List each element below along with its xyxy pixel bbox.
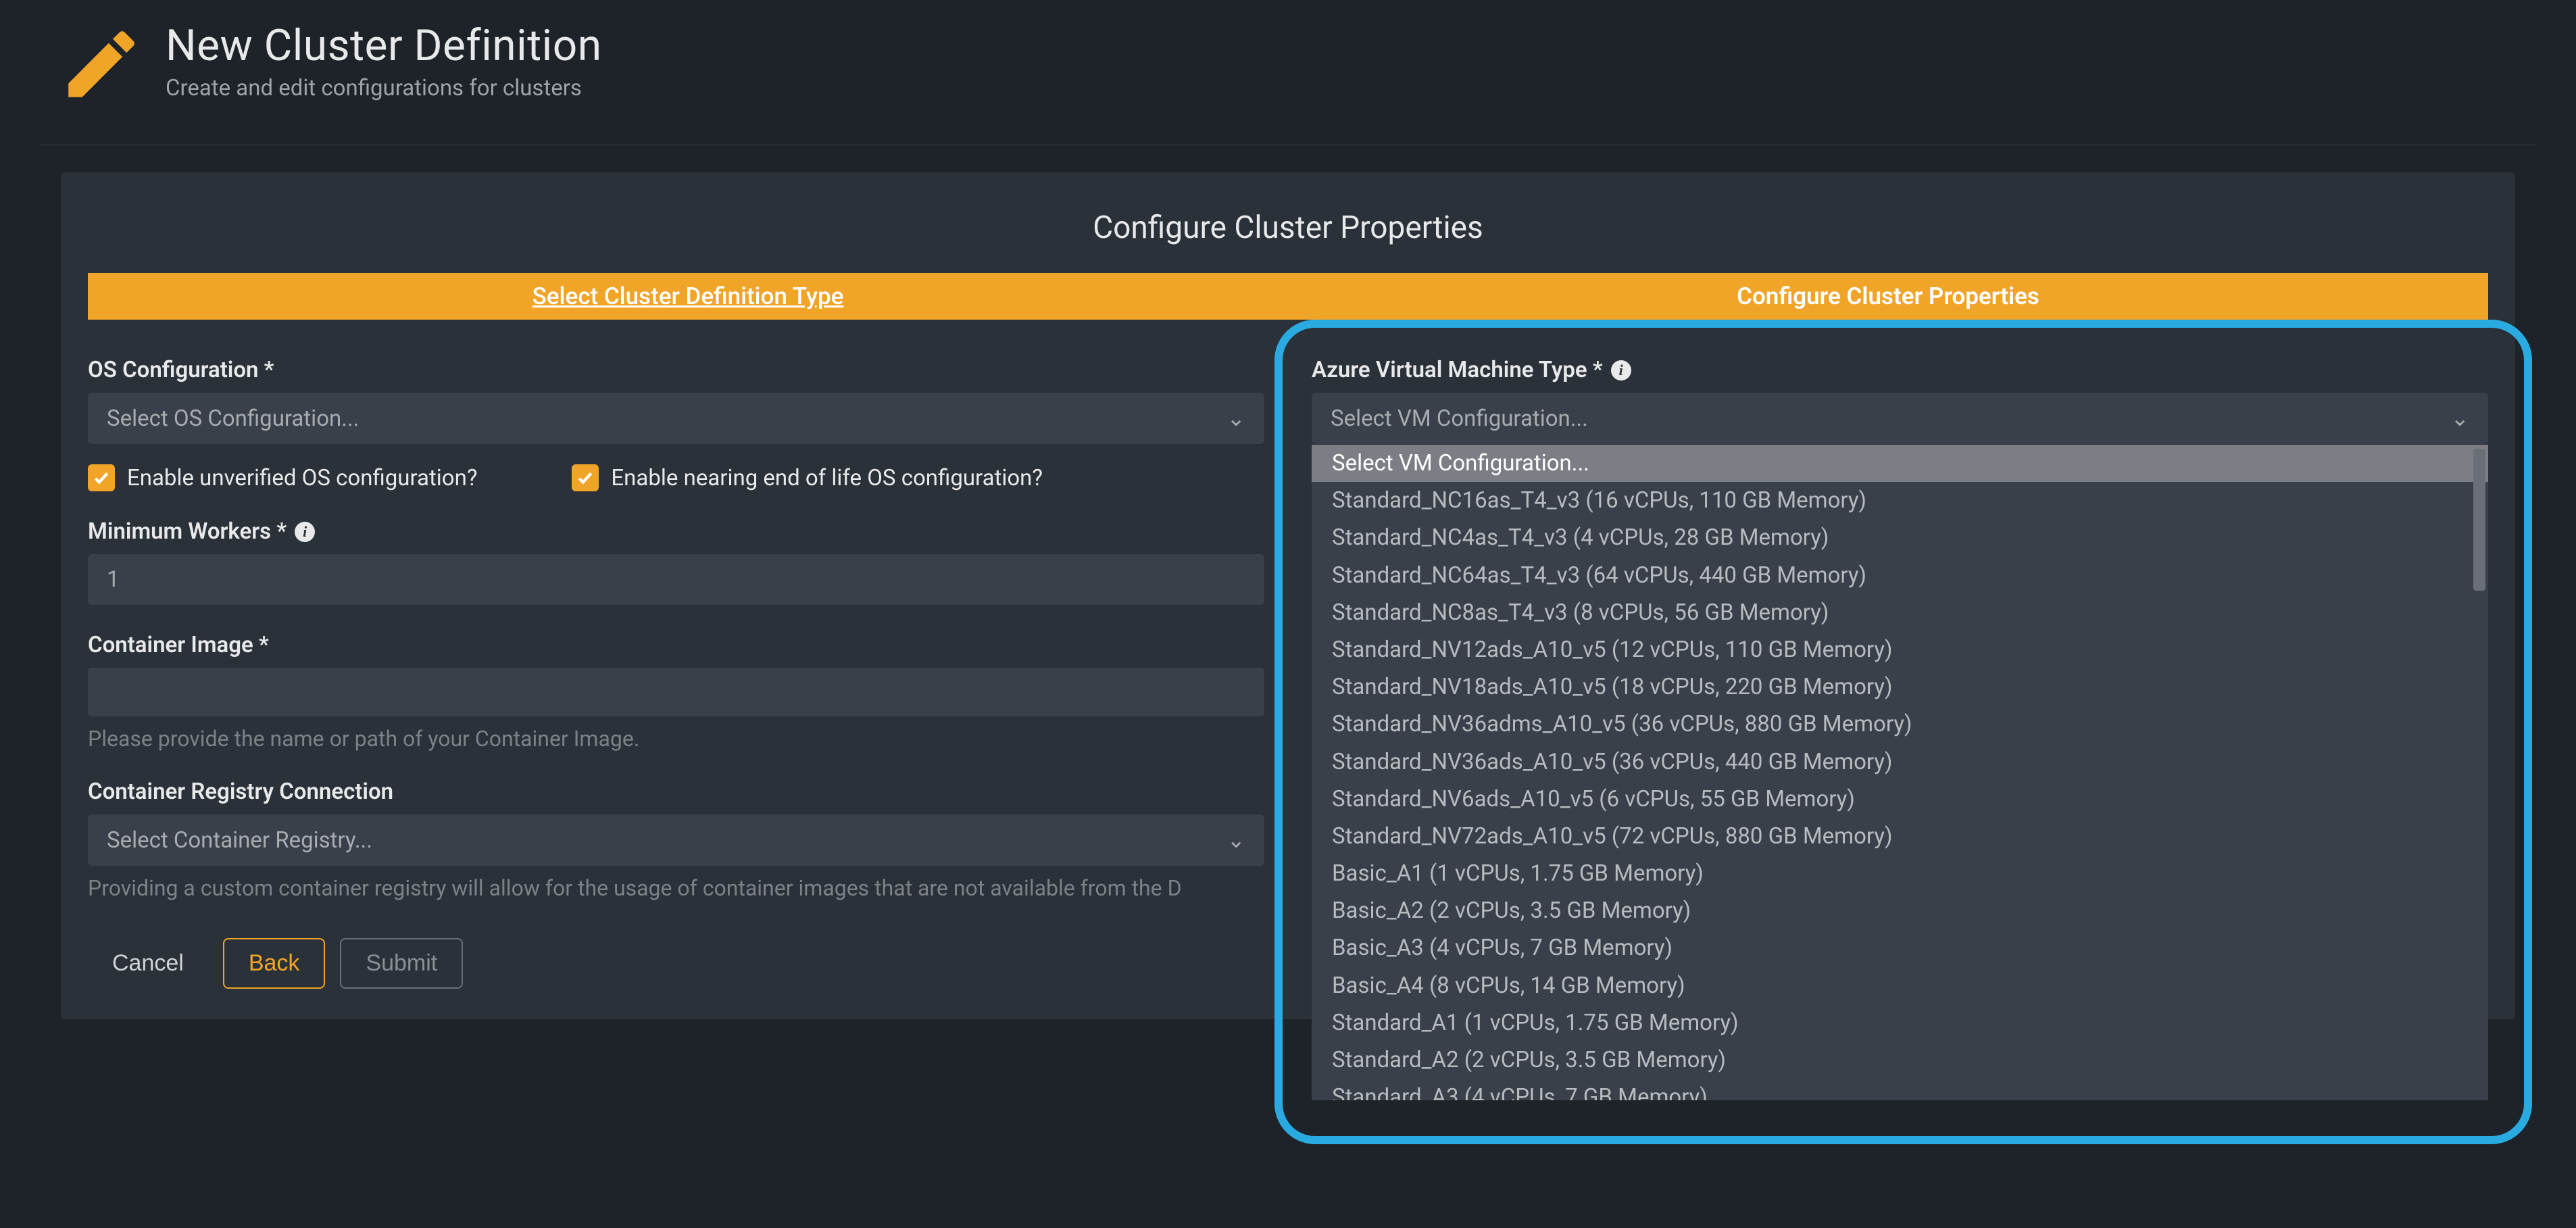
- enable-eol-checkbox[interactable]: [572, 464, 599, 491]
- vm-option[interactable]: Basic_A1 (1 vCPUs, 1.75 GB Memory): [1312, 855, 2488, 892]
- vm-option[interactable]: Select VM Configuration...: [1312, 445, 2488, 482]
- tab-configure-properties[interactable]: Configure Cluster Properties: [1288, 273, 2488, 320]
- vm-option[interactable]: Standard_A1 (1 vCPUs, 1.75 GB Memory): [1312, 1004, 2488, 1041]
- container-registry-label: Container Registry Connection: [88, 779, 1264, 805]
- container-registry-select-text: Select Container Registry...: [107, 827, 372, 854]
- vm-option[interactable]: Standard_NV12ads_A10_v5 (12 vCPUs, 110 G…: [1312, 631, 2488, 668]
- enable-unverified-label: Enable unverified OS configuration?: [127, 465, 477, 491]
- submit-button[interactable]: Submit: [340, 938, 463, 989]
- page-subtitle: Create and edit configurations for clust…: [166, 75, 602, 101]
- vm-option[interactable]: Standard_NV18ads_A10_v5 (18 vCPUs, 220 G…: [1312, 668, 2488, 706]
- vm-type-select-text: Select VM Configuration...: [1331, 406, 1588, 432]
- tab-select-type[interactable]: Select Cluster Definition Type: [88, 273, 1288, 320]
- vm-option[interactable]: Standard_NC4as_T4_v3 (4 vCPUs, 28 GB Mem…: [1312, 519, 2488, 556]
- container-registry-helper: Providing a custom container registry wi…: [88, 875, 1264, 901]
- pencil-icon: [57, 20, 145, 111]
- info-icon[interactable]: i: [295, 522, 315, 542]
- vm-option[interactable]: Basic_A4 (8 vCPUs, 14 GB Memory): [1312, 967, 2488, 1004]
- vm-option[interactable]: Standard_NV36adms_A10_v5 (36 vCPUs, 880 …: [1312, 706, 2488, 743]
- enable-unverified-checkbox[interactable]: [88, 464, 115, 491]
- chevron-down-icon: ⌄: [1227, 827, 1245, 854]
- container-image-label: Container Image *: [88, 632, 1264, 658]
- vm-option[interactable]: Standard_A3 (4 vCPUs, 7 GB Memory): [1312, 1079, 2488, 1100]
- container-registry-select[interactable]: Select Container Registry... ⌄: [88, 814, 1264, 866]
- os-config-label: OS Configuration *: [88, 357, 1264, 383]
- vm-option[interactable]: Standard_A2 (2 vCPUs, 3.5 GB Memory): [1312, 1041, 2488, 1079]
- scrollbar-thumb[interactable]: [2473, 449, 2485, 591]
- vm-type-label: Azure Virtual Machine Type *: [1312, 357, 1603, 383]
- config-panel: Configure Cluster Properties Select Clus…: [61, 172, 2515, 1019]
- panel-title: Configure Cluster Properties: [88, 210, 2488, 246]
- vm-option[interactable]: Standard_NC64as_T4_v3 (64 vCPUs, 440 GB …: [1312, 557, 2488, 594]
- min-workers-value: 1: [107, 566, 120, 593]
- back-button[interactable]: Back: [223, 938, 326, 989]
- cancel-button[interactable]: Cancel: [88, 938, 208, 989]
- vm-option[interactable]: Standard_NC8as_T4_v3 (8 vCPUs, 56 GB Mem…: [1312, 594, 2488, 631]
- vm-option[interactable]: Basic_A3 (4 vCPUs, 7 GB Memory): [1312, 929, 2488, 966]
- min-workers-label: Minimum Workers *: [88, 518, 287, 545]
- container-image-input[interactable]: [88, 668, 1264, 716]
- wizard-tabs: Select Cluster Definition Type Configure…: [88, 273, 2488, 320]
- vm-option[interactable]: Standard_NV72ads_A10_v5 (72 vCPUs, 880 G…: [1312, 818, 2488, 855]
- dropdown-scrollbar[interactable]: [2473, 449, 2485, 1096]
- page-header: New Cluster Definition Create and edit c…: [41, 20, 2535, 145]
- vm-option[interactable]: Standard_NC16as_T4_v3 (16 vCPUs, 110 GB …: [1312, 482, 2488, 519]
- os-config-select[interactable]: Select OS Configuration... ⌄: [88, 393, 1264, 444]
- enable-eol-label: Enable nearing end of life OS configurat…: [611, 465, 1043, 491]
- vm-type-dropdown-list[interactable]: Select VM Configuration...Standard_NC16a…: [1312, 445, 2488, 1100]
- page-title: New Cluster Definition: [166, 20, 602, 71]
- vm-option[interactable]: Standard_NV6ads_A10_v5 (6 vCPUs, 55 GB M…: [1312, 781, 2488, 818]
- chevron-down-icon: ⌄: [1227, 405, 1245, 432]
- vm-option[interactable]: Standard_NV36ads_A10_v5 (36 vCPUs, 440 G…: [1312, 743, 2488, 781]
- chevron-down-icon: ⌄: [2450, 405, 2469, 432]
- os-config-select-text: Select OS Configuration...: [107, 406, 359, 432]
- min-workers-input[interactable]: 1: [88, 554, 1264, 605]
- vm-option[interactable]: Basic_A2 (2 vCPUs, 3.5 GB Memory): [1312, 892, 2488, 929]
- container-image-helper: Please provide the name or path of your …: [88, 726, 1264, 752]
- vm-type-select[interactable]: Select VM Configuration... ⌄: [1312, 393, 2488, 444]
- info-icon[interactable]: i: [1611, 360, 1631, 380]
